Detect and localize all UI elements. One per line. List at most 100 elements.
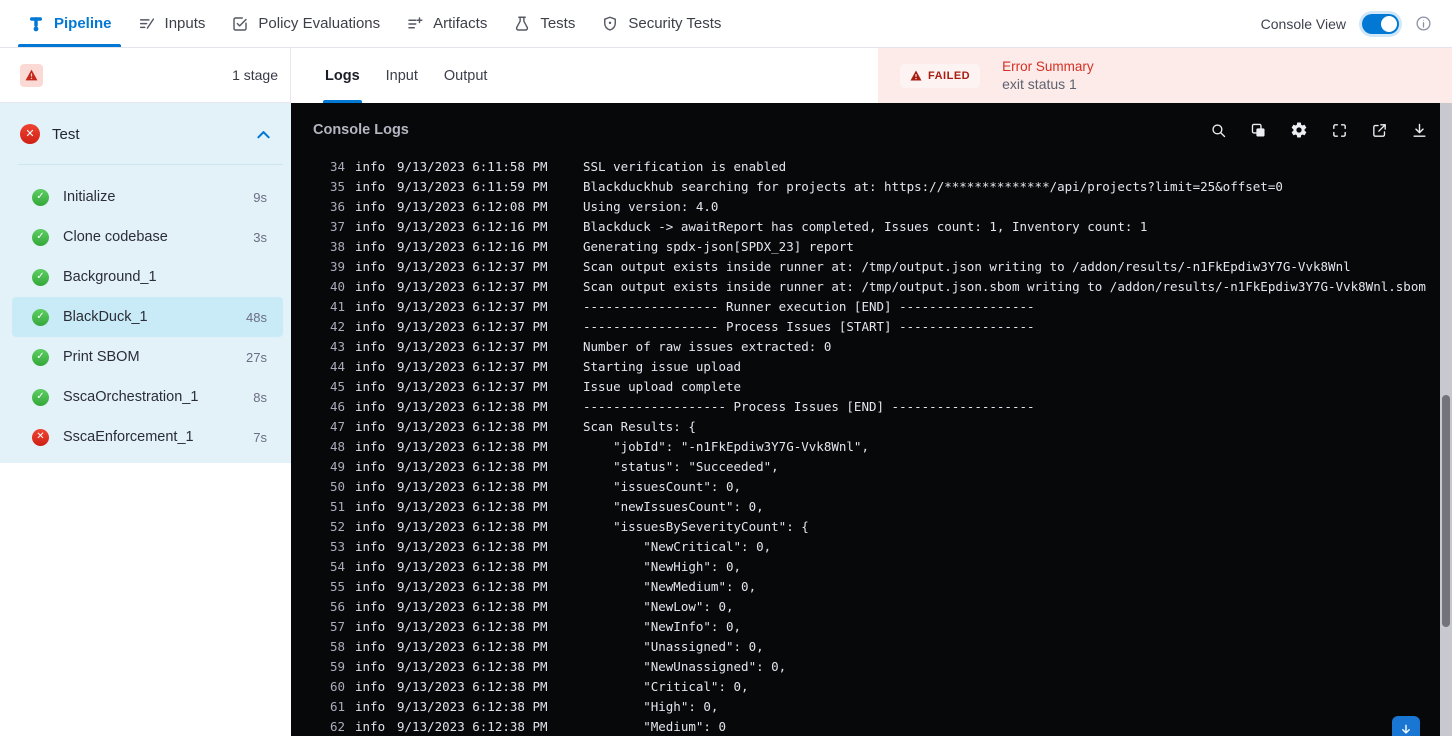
log-timestamp: 9/13/2023 6:12:08 PM: [397, 199, 548, 214]
step-row[interactable]: SscaOrchestration_1 8s: [12, 377, 283, 417]
tab-inputs[interactable]: Inputs: [125, 0, 219, 47]
stage-status-icon: [20, 124, 40, 144]
step-row[interactable]: Print SBOM 27s: [12, 337, 283, 377]
tab-security-tests[interactable]: Security Tests: [588, 0, 734, 47]
pipeline-execution-page: Pipeline Inputs Policy Evaluations Artif…: [0, 0, 1452, 736]
download-icon[interactable]: [1411, 122, 1428, 139]
step-name: SscaOrchestration_1: [63, 389, 199, 405]
console-view-toggle[interactable]: [1362, 13, 1399, 34]
console-header: Console Logs: [291, 103, 1452, 157]
log-timestamp: 9/13/2023 6:12:38 PM: [397, 419, 548, 434]
stage-header[interactable]: Test: [0, 103, 291, 165]
log-level: info: [355, 459, 386, 474]
error-summary-bar: FAILED Error Summary exit status 1: [878, 48, 1452, 103]
failed-badge-label: FAILED: [928, 69, 971, 82]
log-line-number: 34: [329, 159, 345, 174]
execution-sidebar: 1 stage Test Initialize 9s: [0, 48, 291, 736]
log-line: 43 info 9/13/2023 6:12:37 PM Number of r…: [291, 337, 1440, 357]
step-name: Background_1: [63, 269, 157, 285]
tab-label: Artifacts: [433, 15, 488, 32]
log-line: 46 info 9/13/2023 6:12:38 PM -----------…: [291, 397, 1440, 417]
nav-right-controls: Console View: [1261, 0, 1452, 47]
log-line-number: 62: [329, 719, 345, 734]
step-duration: 27s: [246, 349, 267, 365]
copy-icon[interactable]: [1250, 122, 1267, 139]
log-timestamp: 9/13/2023 6:12:38 PM: [397, 499, 548, 514]
step-row[interactable]: SscaEnforcement_1 7s: [12, 417, 283, 457]
tab-logs[interactable]: Logs: [315, 48, 370, 103]
console-scrollbar-track[interactable]: [1440, 103, 1452, 736]
step-duration: 3s: [253, 229, 267, 245]
inputs-icon: [138, 15, 156, 33]
log-timestamp: 9/13/2023 6:12:38 PM: [397, 399, 548, 414]
search-icon[interactable]: [1210, 122, 1227, 139]
log-line: 58 info 9/13/2023 6:12:38 PM "Unassigned…: [291, 637, 1440, 657]
settings-icon[interactable]: [1290, 121, 1308, 139]
log-message: Issue upload complete: [583, 379, 742, 394]
log-line-number: 58: [329, 639, 345, 654]
tab-policy-evaluations[interactable]: Policy Evaluations: [218, 0, 393, 47]
tab-output[interactable]: Output: [434, 48, 498, 103]
log-level: info: [355, 579, 386, 594]
log-level: info: [355, 519, 386, 534]
console-scrollbar-thumb[interactable]: [1442, 395, 1450, 627]
step-duration: 9s: [253, 189, 267, 205]
log-level: info: [355, 159, 386, 174]
log-timestamp: 9/13/2023 6:12:38 PM: [397, 719, 548, 734]
tab-label: Policy Evaluations: [258, 15, 381, 32]
log-level: info: [355, 479, 386, 494]
log-line-number: 61: [329, 699, 345, 714]
log-line-number: 57: [329, 619, 345, 634]
step-row[interactable]: Clone codebase 3s: [12, 217, 283, 257]
log-timestamp: 9/13/2023 6:12:38 PM: [397, 679, 548, 694]
log-message: Using version: 4.0: [583, 199, 719, 214]
log-line-number: 44: [329, 359, 345, 374]
open-in-new-icon[interactable]: [1371, 122, 1388, 139]
step-name: Clone codebase: [63, 229, 168, 245]
tab-label: Logs: [325, 67, 360, 84]
log-level: info: [355, 279, 386, 294]
fullscreen-icon[interactable]: [1331, 122, 1348, 139]
tab-label: Output: [443, 67, 488, 84]
chevron-up-icon[interactable]: [256, 129, 271, 140]
log-viewport[interactable]: 34 info 9/13/2023 6:11:58 PM SSL verific…: [291, 157, 1440, 736]
step-row[interactable]: Initialize 9s: [12, 177, 283, 217]
log-line-number: 35: [329, 179, 345, 194]
log-line-number: 55: [329, 579, 345, 594]
tab-artifacts[interactable]: Artifacts: [393, 0, 500, 47]
step-row[interactable]: BlackDuck_1 48s: [12, 297, 283, 337]
log-timestamp: 9/13/2023 6:12:38 PM: [397, 659, 548, 674]
log-line: 41 info 9/13/2023 6:12:37 PM -----------…: [291, 297, 1440, 317]
log-timestamp: 9/13/2023 6:12:38 PM: [397, 559, 548, 574]
stage-name: Test: [52, 125, 80, 143]
scroll-to-bottom-button[interactable]: [1392, 716, 1420, 736]
console-title: Console Logs: [313, 122, 409, 138]
log-line-number: 51: [329, 499, 345, 514]
step-status-icon: [32, 268, 49, 286]
log-timestamp: 9/13/2023 6:12:38 PM: [397, 599, 548, 614]
log-timestamp: 9/13/2023 6:12:38 PM: [397, 519, 548, 534]
log-line: 42 info 9/13/2023 6:12:37 PM -----------…: [291, 317, 1440, 337]
log-message: Blackduck -> awaitReport has completed, …: [583, 219, 1148, 234]
log-message: "Critical": 0,: [583, 679, 749, 694]
log-line: 37 info 9/13/2023 6:12:16 PM Blackduck -…: [291, 217, 1440, 237]
log-level: info: [355, 699, 386, 714]
log-message: "NewHigh": 0,: [583, 559, 742, 574]
log-timestamp: 9/13/2023 6:12:16 PM: [397, 219, 548, 234]
step-row[interactable]: Background_1: [12, 257, 283, 297]
tab-input[interactable]: Input: [376, 48, 428, 103]
tab-pipeline[interactable]: Pipeline: [14, 0, 125, 47]
error-texts: Error Summary exit status 1: [1002, 59, 1094, 92]
log-timestamp: 9/13/2023 6:12:38 PM: [397, 439, 548, 454]
log-line: 57 info 9/13/2023 6:12:38 PM "NewInfo": …: [291, 617, 1440, 637]
step-name: SscaEnforcement_1: [63, 429, 194, 445]
log-line: 59 info 9/13/2023 6:12:38 PM "NewUnassig…: [291, 657, 1440, 677]
log-line-number: 46: [329, 399, 345, 414]
info-icon[interactable]: [1415, 15, 1432, 32]
tab-tests[interactable]: Tests: [500, 0, 588, 47]
log-message: ------------------ Runner execution [END…: [583, 299, 1035, 314]
step-name: Initialize: [63, 189, 116, 205]
step-status-icon: [32, 428, 49, 446]
log-line: 38 info 9/13/2023 6:12:16 PM Generating …: [291, 237, 1440, 257]
log-timestamp: 9/13/2023 6:12:38 PM: [397, 479, 548, 494]
